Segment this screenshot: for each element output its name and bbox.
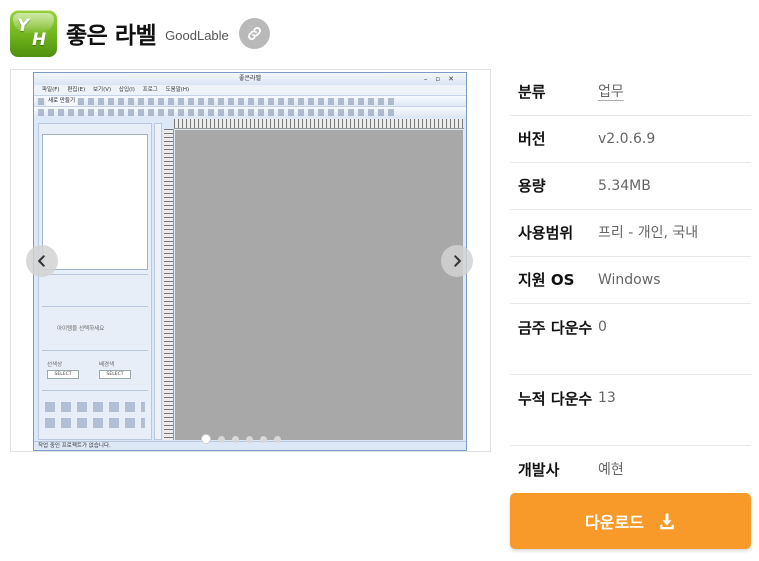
info-key: 개발사	[518, 460, 560, 479]
window-title-bar: 좋은라벨 –▫✕	[34, 73, 466, 85]
fill-color-label: 배경색	[99, 362, 115, 368]
info-key: 사용범위	[518, 224, 574, 242]
horizontal-ruler	[174, 119, 464, 129]
info-row-version: 버전 v2.0.6.9	[510, 116, 751, 163]
vertical-ruler	[164, 129, 174, 440]
info-value: 프리 - 개인, 국내	[598, 225, 699, 241]
line-color-label: 선색상	[47, 362, 63, 368]
properties-panel: 아이템을 선택하세요 선색상 배경색 SELECT SELECT	[38, 123, 152, 440]
info-value: 5.34MB	[598, 178, 651, 194]
info-value: 0	[598, 319, 607, 335]
app-info-table: 분류 업무 버전 v2.0.6.9 용량 5.34MB 사용범위 프리 - 개인…	[510, 69, 751, 493]
info-value: 13	[598, 390, 616, 406]
carousel-dot[interactable]	[232, 435, 239, 443]
line-color-select: SELECT	[47, 370, 79, 379]
info-value: Windows	[598, 272, 661, 288]
info-key: 누적 다운수	[518, 390, 593, 408]
label-canvas	[175, 130, 463, 440]
info-key: 버전	[518, 130, 546, 148]
info-key: 분류	[518, 83, 546, 101]
info-row-os: 지원 OS Windows	[510, 257, 751, 304]
window-title: 좋은라벨	[238, 75, 262, 82]
download-icon	[660, 513, 674, 530]
app-header: Y H 좋은 라벨 GoodLable	[10, 9, 750, 57]
carousel-dot[interactable]	[201, 434, 211, 444]
carousel-dot[interactable]	[246, 435, 253, 443]
info-row-license: 사용범위 프리 - 개인, 국내	[510, 210, 751, 257]
share-link-button[interactable]	[238, 17, 270, 49]
chevron-left-icon	[38, 255, 45, 267]
window-toolbar: 새로 만들기	[34, 95, 466, 106]
info-row-total-downloads: 누적 다운수 13	[510, 375, 751, 446]
preview-box	[42, 134, 148, 270]
chevron-right-icon	[454, 255, 461, 267]
app-title: 좋은 라벨	[66, 23, 157, 49]
category-link[interactable]: 업무	[598, 81, 751, 103]
carousel-dot[interactable]	[260, 435, 267, 443]
link-icon	[247, 26, 261, 40]
app-screenshot: 좋은라벨 –▫✕ 파일(F) 편집(E) 보기(V) 삽입(I) 프로그 도움말…	[33, 72, 467, 451]
window-toolbar-2	[34, 106, 466, 117]
carousel-dots	[201, 434, 281, 444]
panel-hint: 아이템을 선택하세요	[57, 326, 105, 332]
info-value: v2.0.6.9	[598, 131, 656, 147]
info-row-category: 분류 업무	[510, 69, 751, 116]
carousel-prev-button[interactable]	[26, 245, 58, 277]
carousel-dot[interactable]	[218, 435, 225, 443]
window-body: 아이템을 선택하세요 선색상 배경색 SELECT SELECT	[34, 119, 466, 442]
info-row-developer: 개발사 예현	[510, 446, 751, 493]
window-menu: 파일(F) 편집(E) 보기(V) 삽입(I) 프로그 도움말(H)	[34, 85, 466, 95]
app-logo: Y H	[10, 9, 57, 57]
info-row-weekly-downloads: 금주 다운수 0	[510, 304, 751, 375]
info-key: 지원 OS	[518, 271, 575, 289]
info-key: 금주 다운수	[518, 319, 593, 337]
info-key: 용량	[518, 177, 546, 195]
download-label: 다운로드	[585, 513, 644, 532]
info-value: 예현	[598, 461, 624, 478]
carousel-dot[interactable]	[274, 435, 281, 443]
new-file-label: 새로 만들기	[46, 96, 78, 106]
panel-scrollbar	[154, 123, 162, 440]
screenshot-carousel: 좋은라벨 –▫✕ 파일(F) 편집(E) 보기(V) 삽입(I) 프로그 도움말…	[10, 69, 491, 452]
fill-color-select: SELECT	[99, 370, 131, 379]
download-button[interactable]: 다운로드	[510, 493, 751, 549]
logo-letter-h: H	[32, 29, 47, 50]
logo-letter-y: Y	[17, 15, 30, 36]
info-row-size: 용량 5.34MB	[510, 163, 751, 210]
app-english-name: GoodLable	[165, 27, 229, 43]
carousel-next-button[interactable]	[441, 245, 473, 277]
